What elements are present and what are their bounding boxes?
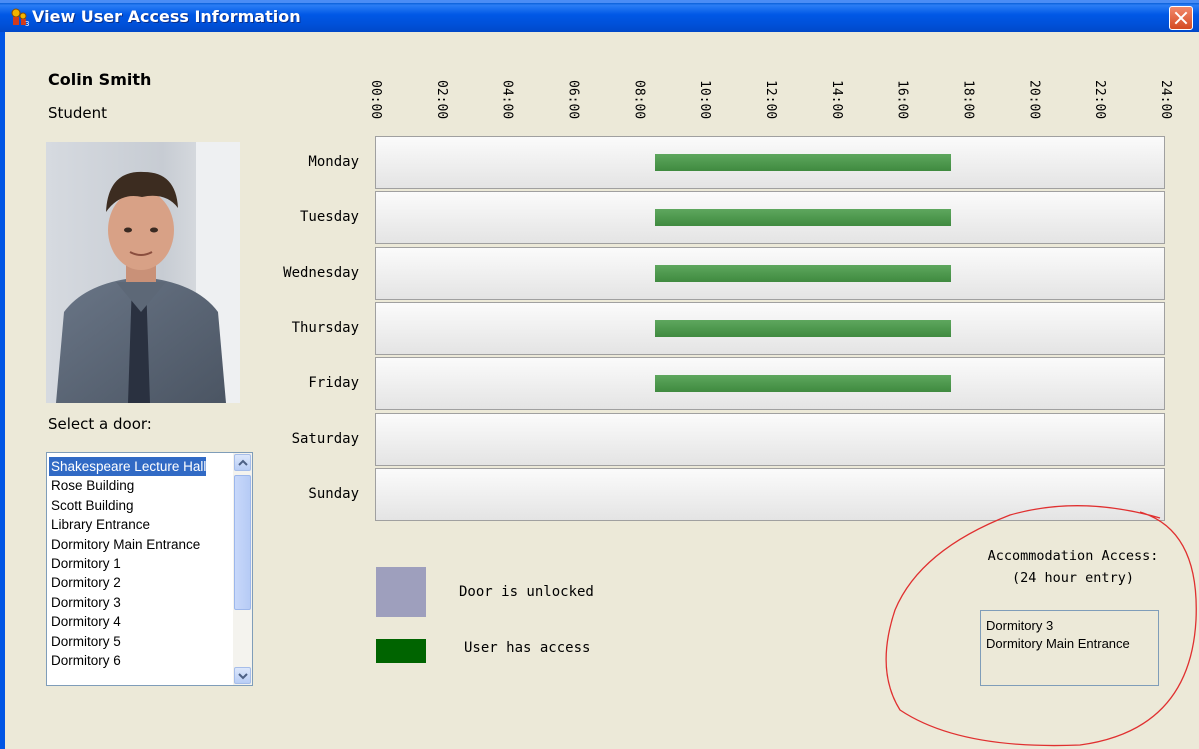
access-window-bar	[655, 375, 951, 393]
day-label: Tuesday	[299, 209, 359, 226]
day-label: Friday	[308, 375, 359, 392]
access-window-bar	[655, 154, 951, 171]
day-label: Saturday	[291, 430, 359, 447]
time-tick-label: 18:00	[960, 80, 976, 120]
window-title: View User Access Information	[32, 7, 301, 26]
day-schedule-row[interactable]	[375, 191, 1165, 245]
door-list-item[interactable]: Shakespeare Lecture Hall	[49, 457, 207, 477]
svg-text:3: 3	[25, 20, 29, 27]
close-button[interactable]	[1169, 6, 1193, 30]
access-window-bar	[655, 209, 951, 227]
door-list-items: Shakespeare Lecture Hall Rose Building Sco…	[49, 456, 231, 670]
chevron-down-icon	[238, 673, 248, 680]
day-schedule-row[interactable]	[375, 301, 1165, 355]
user-photo	[46, 142, 240, 403]
door-list-item[interactable]: Dormitory 2	[49, 573, 231, 592]
door-list-item[interactable]: Rose Building	[49, 476, 231, 495]
day-label: Wednesday	[283, 264, 359, 281]
door-list-item[interactable]: Dormitory 6	[49, 651, 231, 670]
time-tick-label: 06:00	[565, 80, 581, 120]
time-tick-label: 12:00	[763, 80, 778, 120]
window-border	[0, 32, 5, 749]
time-tick-label: 08:00	[631, 80, 647, 120]
time-tick-label: 14:00	[828, 80, 844, 120]
time-tick-label: 04:00	[499, 80, 515, 120]
time-tick-label: 02:00	[433, 80, 449, 120]
user-role: Student	[48, 104, 108, 122]
time-tick-label: 16:00	[894, 80, 910, 120]
door-list-item[interactable]: Dormitory 1	[49, 554, 231, 573]
time-tick-label: 00:00	[368, 80, 383, 120]
access-window-bar	[655, 319, 951, 337]
door-list-item[interactable]: Dormitory Main Entrance	[49, 535, 231, 554]
door-list-scrollbar[interactable]	[233, 453, 252, 685]
time-tick-label: 24:00	[1158, 80, 1173, 120]
legend-access-swatch	[376, 639, 426, 663]
legend-unlocked-swatch	[376, 567, 426, 617]
door-listbox[interactable]: Shakespeare Lecture Hall Rose Building Sco…	[46, 452, 253, 686]
scroll-thumb[interactable]	[234, 475, 251, 610]
day-label: Sunday	[308, 485, 359, 502]
user-name: Colin Smith	[48, 70, 152, 89]
legend-access-label: User has access	[464, 640, 591, 656]
door-list-item[interactable]: Library Entrance	[49, 515, 231, 534]
day-schedule-row[interactable]	[375, 412, 1165, 466]
day-label: Monday	[308, 154, 359, 170]
scroll-down-button[interactable]	[234, 667, 251, 684]
chevron-up-icon	[238, 459, 248, 466]
scroll-up-button[interactable]	[234, 454, 251, 471]
day-schedule-row[interactable]	[375, 357, 1165, 411]
access-window-bar	[655, 264, 951, 282]
legend-unlocked-label: Door is unlocked	[459, 584, 594, 600]
time-tick-label: 20:00	[1026, 80, 1042, 120]
door-list-item[interactable]: Dormitory 3	[49, 593, 231, 612]
day-schedule-row[interactable]	[375, 136, 1165, 189]
door-list-item[interactable]: Dormitory 5	[49, 632, 231, 651]
door-list-item[interactable]: Scott Building	[49, 496, 231, 515]
window-titlebar[interactable]: 3 View User Access Information	[0, 0, 1199, 32]
day-label: Thursday	[291, 319, 359, 336]
time-tick-label: 10:00	[697, 80, 713, 120]
day-schedule-row[interactable]	[375, 246, 1165, 300]
annotation-circle	[885, 505, 1197, 747]
key-people-app-icon: 3	[11, 8, 29, 27]
time-tick-label: 22:00	[1092, 80, 1108, 120]
door-list-item[interactable]: Dormitory 4	[49, 612, 231, 631]
door-select-label: Select a door:	[48, 415, 152, 433]
